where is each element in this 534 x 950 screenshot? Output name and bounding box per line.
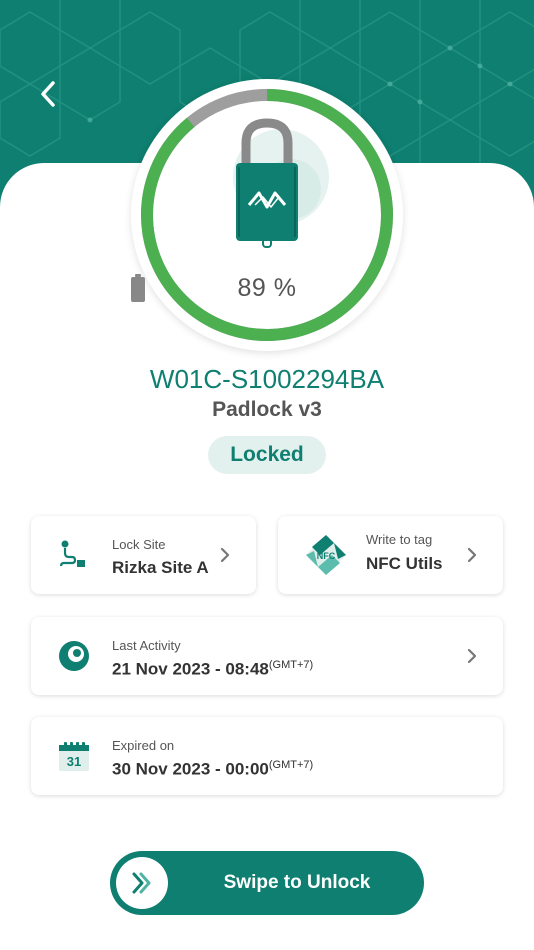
calendar-icon-text: 31 [67, 754, 81, 769]
double-chevron-right-icon [132, 872, 151, 894]
site-route-icon [57, 538, 91, 572]
calendar-icon: 31 [57, 739, 91, 773]
chevron-left-icon [41, 81, 55, 107]
expired-label: Expired on [112, 738, 175, 753]
expired-datetime: 30 Nov 2023 - 00:00 [112, 759, 269, 779]
status-badge: Locked [208, 436, 326, 474]
back-button[interactable] [28, 74, 68, 114]
battery-indicator: 89 % [131, 274, 403, 303]
activity-icon [57, 639, 91, 673]
expired-card: 31 Expired on 30 Nov 2023 - 00:00(GMT+7) [31, 717, 503, 795]
nfc-utils-card[interactable]: NFC Write to tag NFC Utils [278, 516, 503, 594]
lock-site-label: Lock Site [112, 537, 166, 552]
battery-percentage: 89 % [237, 274, 297, 302]
swipe-label: Swipe to Unlock [223, 872, 371, 893]
last-activity-datetime: 21 Nov 2023 - 08:48 [112, 659, 269, 679]
chevron-right-icon [220, 547, 230, 563]
nfc-label: Write to tag [366, 532, 433, 547]
nfc-tag-icon: NFC [304, 533, 348, 577]
last-activity-label: Last Activity [112, 638, 181, 653]
swipe-handle[interactable] [116, 857, 168, 909]
device-id: W01C-S1002294BA [149, 364, 385, 394]
battery-ring: 89 % [131, 79, 403, 351]
nfc-icon-text: NFC [317, 551, 336, 561]
last-activity-card[interactable]: Last Activity 21 Nov 2023 - 08:48(GMT+7) [31, 617, 503, 695]
last-activity-timezone: (GMT+7) [268, 659, 314, 671]
padlock-icon [233, 118, 329, 248]
lock-site-card[interactable]: Lock Site Rizka Site A [31, 516, 256, 594]
battery-icon [131, 274, 145, 302]
last-activity-value: 21 Nov 2023 - 08:48(GMT+7) [112, 659, 313, 680]
lock-site-value: Rizka Site A [112, 558, 209, 577]
device-model: Padlock v3 [212, 398, 322, 421]
chevron-right-icon [467, 648, 477, 664]
chevron-right-icon [467, 547, 477, 563]
nfc-value: NFC Utils [366, 554, 443, 573]
swipe-to-unlock-slider[interactable]: Swipe to Unlock [110, 851, 424, 915]
expired-value: 30 Nov 2023 - 00:00(GMT+7) [112, 759, 313, 780]
expired-timezone: (GMT+7) [268, 759, 314, 771]
battery-ring-graphic [141, 89, 393, 341]
